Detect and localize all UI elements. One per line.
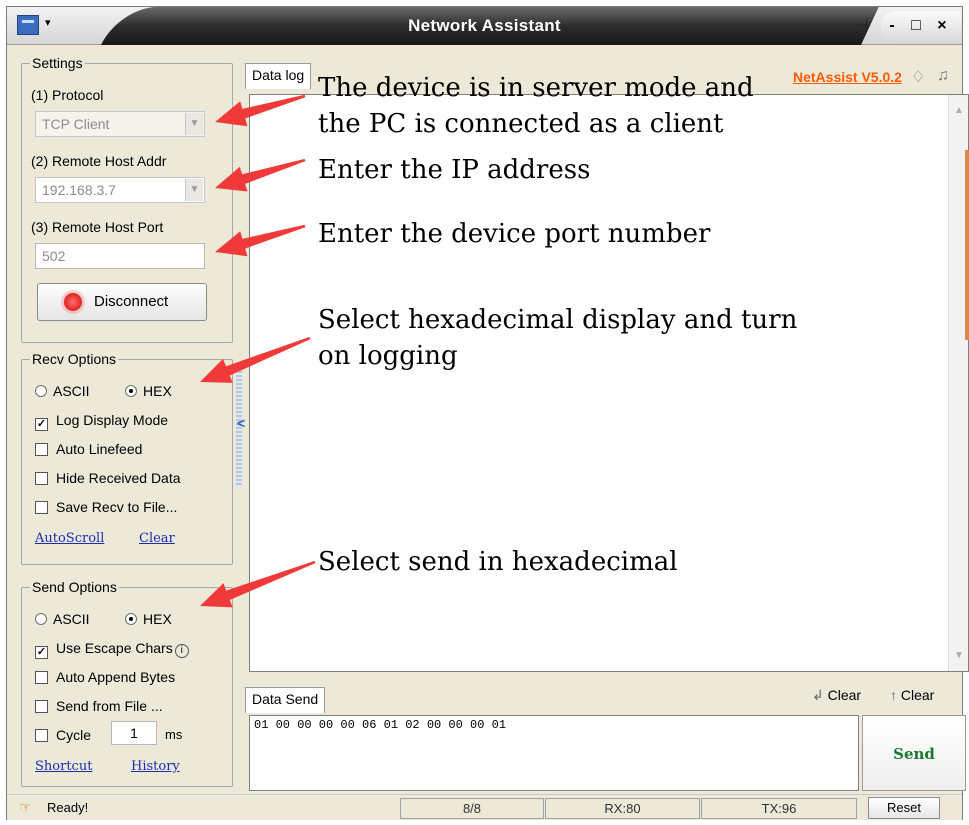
history-link[interactable]: History (131, 759, 180, 774)
reset-button[interactable]: Reset (868, 797, 940, 819)
host-value: 192.168.3.7 (42, 182, 116, 198)
clear-history-button[interactable]: ↑ Clear (890, 687, 934, 703)
send-button[interactable]: Send (862, 715, 966, 791)
annotation-port: Enter the device port number (318, 219, 711, 249)
status-count: 8/8 (400, 798, 544, 819)
disconnect-label: Disconnect (94, 293, 169, 310)
side-accent-strip (965, 150, 969, 340)
send-from-file-checkbox[interactable]: Send from File ... (35, 698, 163, 714)
protocol-value: TCP Client (42, 116, 110, 132)
disconnect-button[interactable]: Disconnect (37, 283, 207, 321)
recv-hex-radio[interactable]: HEX (125, 383, 172, 399)
send-content: 01 00 00 00 00 06 01 02 00 00 00 01 (254, 718, 507, 732)
title-bar: ▾ Network Assistant ⊣ - □ × (7, 7, 962, 45)
send-options-legend: Send Options (30, 579, 119, 595)
send-input[interactable]: 01 00 00 00 00 06 01 02 00 00 00 01 (249, 715, 859, 791)
chevron-down-icon[interactable]: ▼ (185, 113, 203, 135)
shortcut-link[interactable]: Shortcut (35, 759, 92, 774)
protocol-select[interactable]: TCP Client ▼ (35, 111, 205, 137)
hide-received-checkbox[interactable]: Hide Received Data (35, 470, 181, 486)
bell-icon[interactable]: ♫ (937, 67, 949, 85)
autoscroll-link[interactable]: AutoScroll (35, 531, 104, 546)
info-icon[interactable]: i (174, 644, 189, 658)
window-title: Network Assistant (408, 16, 561, 35)
save-recv-checkbox[interactable]: Save Recv to File... (35, 499, 177, 515)
auto-linefeed-checkbox[interactable]: Auto Linefeed (35, 441, 142, 457)
chevron-down-icon[interactable]: ▼ (185, 179, 203, 201)
tab-data-send[interactable]: Data Send (245, 687, 326, 713)
status-bar: ☞ Ready! 8/8 RX:80 TX:96 Reset (7, 794, 962, 820)
cycle-interval-input[interactable]: 1 (111, 721, 157, 745)
annotation-send-hex: Select send in hexadecimal (318, 547, 678, 577)
up-arrow-icon: ↑ (890, 687, 901, 703)
annotation-protocol: The device is in server mode and the PC … (318, 73, 754, 139)
log-display-mode-checkbox[interactable]: ✓ Log Display Mode (35, 412, 168, 431)
scroll-up-icon[interactable]: ▲ (949, 105, 969, 116)
port-label: (3) Remote Host Port (31, 219, 164, 235)
send-ascii-radio[interactable]: ASCII (35, 611, 90, 627)
annotation-ip: Enter the IP address (318, 155, 591, 185)
scroll-down-icon[interactable]: ▼ (949, 650, 969, 661)
port-input[interactable]: 502 (35, 243, 205, 269)
settings-legend: Settings (30, 55, 85, 71)
use-escape-checkbox[interactable]: ✓ Use Escape Chars i (35, 640, 189, 659)
host-select[interactable]: 192.168.3.7 ▼ (35, 177, 205, 203)
ready-icon: ☞ (19, 799, 32, 815)
auto-append-checkbox[interactable]: Auto Append Bytes (35, 669, 175, 685)
gem-icon[interactable]: ♢ (911, 67, 925, 87)
annotation-recv-hex: Select hexadecimal display and turn on l… (318, 305, 798, 371)
recv-ascii-radio[interactable]: ASCII (35, 383, 90, 399)
recv-clear-link[interactable]: Clear (139, 531, 175, 546)
tab-data-log[interactable]: Data log (245, 63, 312, 89)
connection-status-icon (64, 293, 82, 311)
host-label: (2) Remote Host Addr (31, 153, 167, 169)
pin-icon[interactable]: ⊣ (847, 12, 877, 40)
window-controls[interactable]: - □ × (881, 11, 961, 41)
collapse-left-icon[interactable]: < (237, 415, 245, 431)
clear-send-button[interactable]: ↲ Clear (812, 687, 861, 704)
protocol-label: (1) Protocol (31, 87, 104, 103)
recv-options-legend: Recv Options (30, 351, 119, 367)
send-hex-radio[interactable]: HEX (125, 611, 172, 627)
undo-arrow-icon: ↲ (812, 687, 828, 703)
cycle-unit-label: ms (165, 727, 183, 742)
status-ready: Ready! (47, 800, 89, 815)
status-rx: RX:80 (545, 798, 700, 819)
cycle-checkbox[interactable]: Cycle (35, 727, 91, 743)
version-link[interactable]: NetAssist V5.0.2 (793, 69, 902, 85)
status-tx: TX:96 (701, 798, 857, 819)
